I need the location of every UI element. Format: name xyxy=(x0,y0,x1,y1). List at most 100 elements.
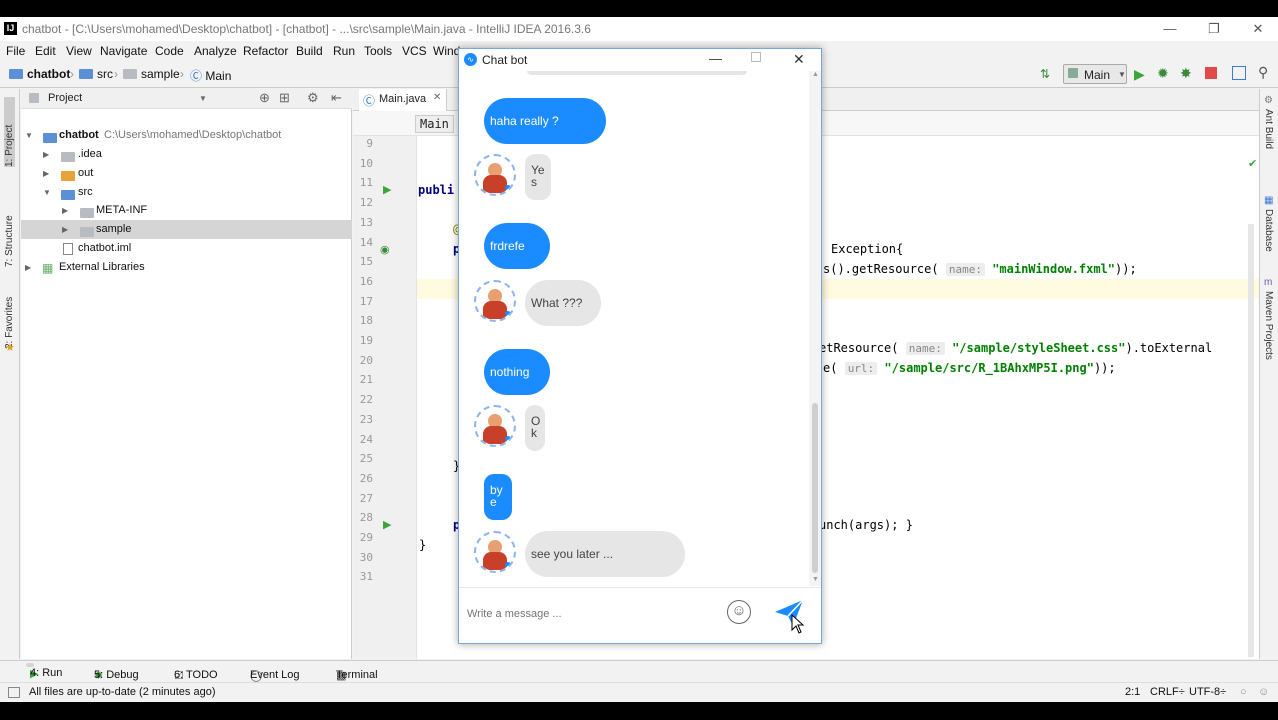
hide-panel-icon[interactable]: ⇤ xyxy=(331,90,342,106)
code-line-14: s().getResource( name: "mainWindow.fxml"… xyxy=(823,262,1137,276)
hector-icon[interactable]: ☺ xyxy=(1258,686,1269,698)
run-config-select[interactable]: Main ▼ xyxy=(1063,64,1127,84)
chat-maximize-button[interactable] xyxy=(751,52,761,62)
chat-minimize-button[interactable]: — xyxy=(709,51,722,66)
tree-item-meta-inf[interactable]: ▶ META-INF xyxy=(21,201,352,220)
user-message: frdrefe xyxy=(484,223,550,269)
messenger-icon: ∿ xyxy=(464,53,477,66)
scroll-up-icon[interactable]: ▲ xyxy=(812,71,819,78)
tree-item-idea[interactable]: ▶ .idea xyxy=(21,145,352,164)
tree-item-sample[interactable]: ▶ sample xyxy=(21,220,352,239)
project-panel-title[interactable]: Project xyxy=(48,92,82,104)
line-separator[interactable]: CRLF÷ xyxy=(1150,686,1185,698)
cursor-position[interactable]: 2:1 xyxy=(1125,686,1140,698)
make-project-icon[interactable]: ⇅ xyxy=(1040,67,1056,83)
scroll-thumb[interactable] xyxy=(812,403,818,573)
expand-arrow-icon[interactable]: ▶ xyxy=(25,258,31,277)
minimize-button[interactable]: — xyxy=(1148,19,1192,39)
menu-build[interactable]: Build xyxy=(296,44,323,58)
search-icon[interactable]: ⚲ xyxy=(1258,64,1268,81)
run-gutter-icon[interactable]: ▶ xyxy=(383,518,391,531)
tool-tab-run[interactable]: ▶ 4: Run xyxy=(26,663,62,680)
avatar-body xyxy=(483,552,507,570)
close-button[interactable]: ✕ xyxy=(1236,19,1278,39)
menu-run[interactable]: Run xyxy=(333,44,355,58)
folder-icon xyxy=(61,152,75,162)
expand-arrow-icon[interactable]: ▼ xyxy=(25,126,33,145)
menu-refactor[interactable]: Refactor xyxy=(243,44,288,58)
menu-view[interactable]: View xyxy=(66,44,92,58)
tree-item-external-libraries[interactable]: ▶ ▦ External Libraries xyxy=(21,258,352,277)
menu-code[interactable]: Code xyxy=(155,44,184,58)
tab-main-java[interactable]: Ⓒ Main.java ✕ xyxy=(359,89,447,111)
tool-tab-structure[interactable]: 7: Structure xyxy=(4,197,15,267)
run-icon[interactable]: ▶ xyxy=(1134,66,1145,83)
line-number: 9 xyxy=(366,137,373,150)
tree-item-src[interactable]: ▼ src xyxy=(21,183,352,202)
param-hint: url: xyxy=(844,362,878,375)
tree-item-out[interactable]: ▶ out xyxy=(21,164,352,183)
lock-icon[interactable]: ○ xyxy=(1240,686,1247,698)
folder-icon xyxy=(80,227,94,237)
chevron-down-icon[interactable]: ▼ xyxy=(199,94,207,103)
expand-arrow-icon[interactable]: ▶ xyxy=(62,201,68,220)
editor-scrollbar[interactable] xyxy=(1248,224,1254,657)
editor-crumb-main[interactable]: Main xyxy=(415,115,454,133)
file-encoding[interactable]: UTF-8÷ xyxy=(1189,686,1226,698)
menu-analyze[interactable]: Analyze xyxy=(194,44,237,58)
panel-toggle-icon[interactable] xyxy=(8,687,20,698)
breadcrumb-main[interactable]: Ⓒ Main xyxy=(190,67,231,84)
expand-arrow-icon[interactable]: ▼ xyxy=(43,183,51,202)
sync-icon[interactable]: ⊕ xyxy=(259,90,270,106)
breadcrumb-separator: › xyxy=(180,67,184,81)
tree-item-chatbot-iml[interactable]: chatbot.iml xyxy=(21,239,352,258)
chat-close-button[interactable]: ✕ xyxy=(793,51,805,68)
tool-tab-favorites[interactable]: 2: Favorites xyxy=(4,289,15,349)
menu-navigate[interactable]: Navigate xyxy=(100,44,147,58)
menu-vcs[interactable]: VCS xyxy=(402,44,427,58)
line-number: 17 xyxy=(359,294,373,308)
expand-arrow-icon[interactable]: ▶ xyxy=(43,164,49,183)
run-gutter-icon[interactable]: ▶ xyxy=(383,183,391,196)
chat-scrollbar[interactable]: ▲ ▼ xyxy=(809,71,821,586)
expand-arrow-icon[interactable]: ▶ xyxy=(62,220,68,239)
tool-tab-database[interactable]: Database xyxy=(1263,209,1274,252)
tree-item-label: src xyxy=(78,186,93,198)
menu-window[interactable]: Wind xyxy=(433,44,460,58)
tree-item-chatbot[interactable]: ▼ chatbot C:\Users\mohamed\Desktop\chatb… xyxy=(21,126,352,145)
tool-tab-maven-projects[interactable]: Maven Projects xyxy=(1263,291,1274,360)
tool-tab-ant-build[interactable]: Ant Build xyxy=(1263,109,1274,149)
tree-item-label: chatbot.iml xyxy=(78,242,132,254)
window-title: chatbot - [C:\Users\mohamed\Desktop\chat… xyxy=(22,22,591,36)
scroll-down-icon[interactable]: ▼ xyxy=(812,576,819,583)
line-number: 20 xyxy=(359,353,373,367)
menu-tools[interactable]: Tools xyxy=(364,44,392,58)
menu-edit[interactable]: Edit xyxy=(35,44,56,58)
stop-icon[interactable] xyxy=(1205,67,1217,79)
bot-avatar xyxy=(474,405,516,447)
close-tab-icon[interactable]: ✕ xyxy=(433,92,441,103)
tree-item-label: sample xyxy=(96,223,132,235)
compose-area: ☺ xyxy=(459,587,821,643)
title-bar: IJ chatbot - [C:\Users\mohamed\Desktop\c… xyxy=(0,17,1278,41)
maximize-button[interactable]: ❐ xyxy=(1192,19,1236,39)
breadcrumb-chatbot[interactable]: chatbot xyxy=(9,67,70,81)
database-icon: ▦ xyxy=(1264,195,1274,206)
expand-arrow-icon[interactable]: ▶ xyxy=(43,145,49,164)
line-number: 27 xyxy=(359,491,373,505)
message-input[interactable] xyxy=(467,602,717,626)
chat-title-bar: ∿ Chat bot — ✕ xyxy=(459,49,821,71)
message-list[interactable]: haha really ? Ye s frdrefe What ??? nothi… xyxy=(459,71,809,586)
gear-icon[interactable]: ⚙ xyxy=(307,90,319,106)
tool-tab-project[interactable]: 1: Project xyxy=(4,97,15,167)
menu-file[interactable]: File xyxy=(6,44,25,58)
emoji-icon[interactable]: ☺ xyxy=(727,600,751,624)
debug-icon[interactable]: ✹ xyxy=(1157,65,1169,82)
line-number: 12 xyxy=(359,196,373,210)
breadcrumb-src[interactable]: src xyxy=(79,67,113,81)
chevron-down-icon: ▼ xyxy=(1118,70,1126,79)
breadcrumb-sample[interactable]: sample xyxy=(123,67,180,81)
collapse-icon[interactable]: ⊞ xyxy=(279,90,290,106)
project-structure-icon[interactable] xyxy=(1232,66,1246,80)
coverage-icon[interactable]: ✸ xyxy=(1180,65,1192,82)
